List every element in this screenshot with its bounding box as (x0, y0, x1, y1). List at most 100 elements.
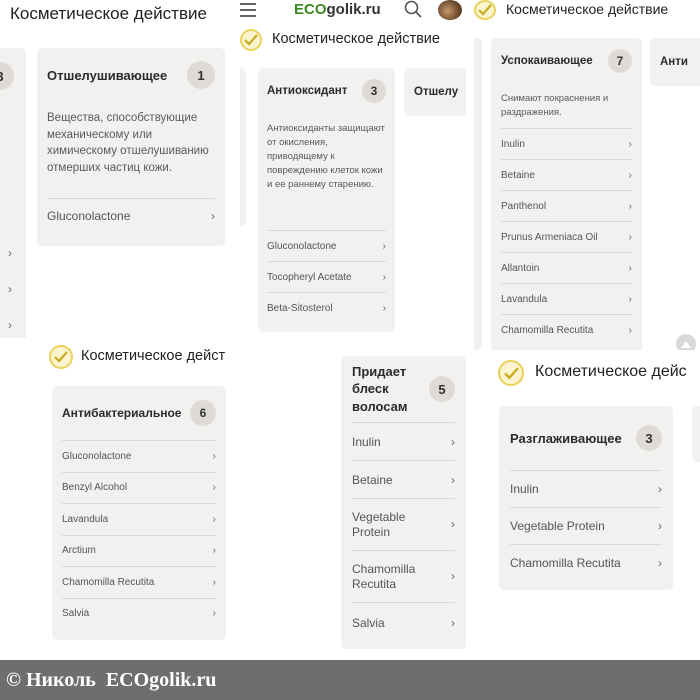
list-item[interactable]: Gluconolactone › (62, 440, 216, 472)
list-item[interactable]: Chamomilla Recutita › (352, 550, 455, 602)
list-item[interactable]: Inulin › (501, 128, 632, 159)
panel-antioxidant: ECOgolik.ru Косметическое действие Антио… (240, 0, 466, 350)
list-item[interactable]: Betaine › (501, 159, 632, 190)
watermark-footer: © Николь ECOgolik.ru (0, 660, 700, 700)
chevron-right-icon: › (451, 472, 455, 487)
list-item[interactable]: Gluconolactone › (47, 198, 215, 232)
list-item[interactable]: Tocopheryl Acetate › (267, 261, 386, 292)
check-icon (49, 345, 73, 369)
count-badge: 3 (636, 425, 662, 451)
chevron-right-icon[interactable]: › (8, 246, 12, 260)
chevron-right-icon: › (211, 208, 215, 223)
card-exfoliating: Отшелушивающее 1 Вещества, способствующи… (37, 48, 225, 246)
card-next-partial[interactable]: Отшелу (404, 68, 466, 116)
item-label: Prunus Armeniaca Oil (501, 231, 598, 243)
list-item[interactable]: Arctium › (62, 534, 216, 567)
list-item[interactable]: Lavandula › (62, 503, 216, 535)
partial-card-left (474, 38, 482, 350)
list-item[interactable]: Benzyl Alcohol › (62, 471, 216, 504)
card-title: Отшелушивающее (47, 67, 168, 83)
partial-card-left[interactable]: 3 › › › (0, 48, 26, 350)
item-label: Gluconolactone (62, 450, 132, 462)
panel-exfoliating: Косметическое действие 3 › › › Отшелушив… (0, 0, 240, 350)
chevron-right-icon: › (212, 608, 216, 620)
panel-soothing: Косметическое действие Успокаивающее 7 С… (474, 0, 700, 350)
list-item[interactable]: Chamomilla Recutita › (510, 544, 662, 581)
list-item[interactable]: Salvia › (62, 597, 216, 630)
list-item[interactable]: Salvia › (352, 602, 455, 642)
title-line: блеск (352, 381, 389, 397)
card-title: Антиоксидант (267, 85, 348, 97)
check-icon (498, 360, 524, 386)
card-title: Анти (660, 56, 688, 68)
chevron-right-icon: › (628, 262, 632, 274)
chevron-right-icon: › (658, 556, 662, 570)
item-label: Allantoin (501, 262, 540, 274)
chevron-right-icon: › (212, 545, 216, 557)
item-label: Betaine (352, 472, 393, 487)
hamburger-icon[interactable] (240, 3, 256, 17)
watermark-text: Николь ECOgolik.ru (25, 669, 217, 691)
list-item[interactable]: Vegetable Protein › (510, 507, 662, 544)
collage: Косметическое действие 3 › › › Отшелушив… (0, 0, 700, 700)
list-item[interactable]: Lavandula › (501, 283, 632, 314)
list-item[interactable]: Prunus Armeniaca Oil › (501, 221, 632, 252)
item-label: Gluconolactone (267, 240, 337, 252)
list-item[interactable]: Chamomilla Recutita › (501, 314, 632, 345)
item-label: Vegetable Protein (352, 509, 406, 539)
list-item[interactable]: Betaine › (352, 460, 455, 498)
card-smoothing: Разглаживающее 3 Inulin › Vegetable Prote… (499, 406, 673, 590)
partial-card-left (240, 68, 246, 226)
section-title: Косметическое дейст (81, 348, 226, 364)
chevron-right-icon: › (212, 482, 216, 494)
list-item[interactable]: Allantoin › (501, 252, 632, 283)
count-badge: 1 (187, 61, 215, 89)
chevron-right-icon[interactable]: › (8, 318, 12, 332)
chevron-right-icon[interactable]: › (8, 282, 12, 296)
section-title: Косметическое дейс (535, 363, 687, 380)
card-next-partial[interactable] (692, 406, 700, 462)
panel-hair-shine: Придает блеск волосам 5 Inulin › Betaine ›… (330, 350, 480, 660)
chevron-right-icon: › (382, 271, 386, 283)
item-label: Salvia (62, 608, 90, 620)
card-description: Вещества, способствующие механическому и… (47, 112, 209, 174)
chevron-right-icon: › (658, 482, 662, 496)
item-label: Panthenol (501, 200, 547, 212)
card-soothing: Успокаивающее 7 Снимают покраснения и ра… (491, 38, 642, 350)
section-title: Косметическое действие (506, 1, 669, 17)
scroll-up-icon[interactable] (676, 334, 696, 350)
card-description: Антиоксиданты защищают от окисления, при… (267, 123, 385, 190)
list-item[interactable]: Beta-Sitosterol › (267, 292, 386, 323)
chevron-right-icon: › (212, 576, 216, 588)
item-label: Tocopheryl Acetate (267, 271, 352, 283)
count-badge: 3 (362, 79, 386, 103)
logo[interactable]: ECOgolik.ru (294, 0, 381, 20)
count-badge: 6 (190, 400, 216, 426)
item-label: Chamomilla Recutita (352, 561, 416, 591)
search-icon[interactable] (404, 0, 422, 23)
item-label: Chamomilla Recutita (62, 576, 155, 588)
logo-golik: golik.ru (326, 1, 381, 18)
card-title: Разглаживающее (510, 430, 622, 446)
header-bar: ECOgolik.ru (240, 0, 466, 24)
card-hair-shine: Придает блеск волосам 5 Inulin › Betaine ›… (341, 356, 466, 649)
item-label: Inulin (352, 434, 381, 449)
list-item[interactable]: Chamomilla Recutita › (62, 566, 216, 598)
section-title: Косметическое действие (10, 4, 207, 23)
avatar[interactable] (438, 0, 462, 20)
item-label: Chamomilla Recutita (510, 556, 621, 570)
card-antibacterial: Антибактериальное 6 Gluconolactone › Benz… (52, 386, 226, 640)
list-item[interactable]: Vegetable Protein › (352, 498, 455, 550)
chevron-right-icon: › (658, 519, 662, 533)
list-item[interactable]: Gluconolactone › (267, 230, 386, 261)
list-item[interactable]: Inulin › (352, 422, 455, 460)
card-next-partial[interactable]: Анти (650, 38, 700, 86)
chevron-right-icon: › (451, 434, 455, 449)
item-label: Chamomilla Recutita (501, 324, 594, 336)
chevron-right-icon: › (628, 200, 632, 212)
chevron-right-icon: › (212, 513, 216, 525)
list-item[interactable]: Inulin › (510, 470, 662, 507)
list-item[interactable]: Panthenol › (501, 190, 632, 221)
chevron-right-icon: › (628, 231, 632, 243)
card-title: Антибактериальное (62, 406, 182, 420)
